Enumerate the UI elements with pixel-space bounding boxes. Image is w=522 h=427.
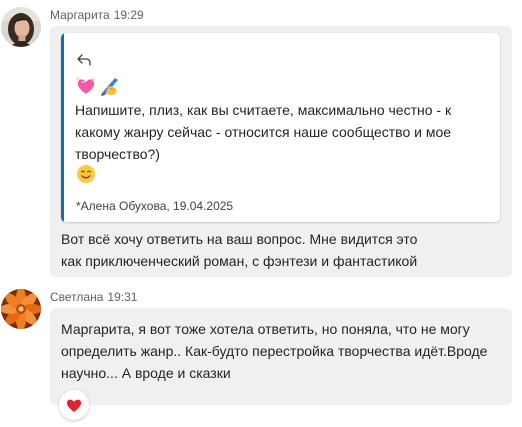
avatar-margarita[interactable]	[1, 7, 41, 47]
quoted-message-text: Напишите, плиз, как вы считаете, максима…	[75, 102, 452, 162]
writing-hand-emoji	[101, 78, 118, 96]
orange-flower-avatar	[1, 289, 41, 329]
message-meta: Светлана 19:31	[50, 290, 137, 304]
quote-emojis	[75, 75, 121, 97]
woman-portrait-avatar	[1, 7, 41, 47]
red-heart-icon	[66, 399, 82, 412]
message-svetlana: Светлана 19:31 Маргарита, я вот тоже хоте…	[0, 280, 522, 427]
quoted-message-signature: *Алена Обухова, 19.04.2025	[76, 199, 234, 213]
reply-arrow-icon	[77, 54, 91, 66]
message-time: 19:31	[107, 290, 138, 304]
message-text: Вот всё хочу ответить на ваш вопрос. Мне…	[61, 231, 418, 269]
quote-accent-bar	[61, 33, 64, 222]
message-bubble: Напишите, плиз, как вы считаете, максима…	[50, 26, 512, 277]
quoted-message-card[interactable]: Напишите, плиз, как вы считаете, максима…	[61, 33, 500, 222]
author-name[interactable]: Маргарита	[50, 8, 110, 22]
message-margarita: Маргарита 19:29 Напишите, плиз, как вы с…	[0, 0, 522, 280]
heart-sparkle-emoji	[76, 77, 96, 94]
message-time: 19:29	[113, 8, 144, 22]
author-name[interactable]: Светлана	[50, 290, 103, 304]
avatar-svetlana[interactable]	[1, 289, 41, 329]
message-text: Маргарита, я вот тоже хотела ответить, н…	[61, 321, 488, 381]
heart-reaction[interactable]	[59, 390, 89, 420]
smiling-face-emoji	[77, 165, 95, 183]
message-bubble: Маргарита, я вот тоже хотела ответить, н…	[50, 308, 512, 405]
message-meta: Маргарита 19:29	[50, 8, 144, 22]
